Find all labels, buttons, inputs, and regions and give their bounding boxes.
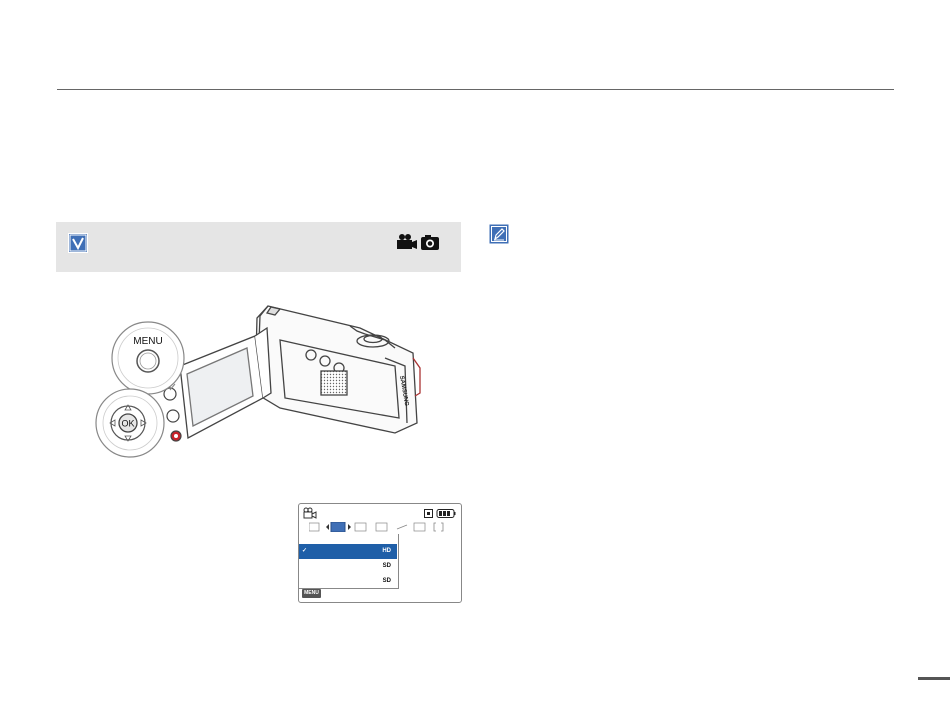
video-mode-small-icon: [303, 507, 317, 519]
check-mark-icon: ✓: [302, 548, 308, 554]
ok-callout: OK: [95, 388, 165, 458]
menu-option-3[interactable]: SD: [299, 574, 397, 589]
menu-option-value: HD: [382, 548, 391, 554]
menu-soft-button[interactable]: MENU: [302, 589, 321, 598]
menu-option-1[interactable]: ✓ HD: [299, 544, 397, 559]
photo-mode-icon: [421, 235, 439, 250]
mode-icons: [397, 234, 439, 250]
lcd-panel: [179, 326, 272, 440]
ok-label: OK: [121, 419, 134, 429]
selected-tab: [330, 522, 346, 532]
side-buttons: [163, 387, 182, 442]
check-box-icon: [68, 233, 88, 253]
menu-option-2[interactable]: SD: [299, 559, 397, 574]
status-icons: [424, 509, 456, 518]
menu-option-value: SD: [382, 578, 391, 584]
lcd-menu-screen: ✓ HD SD SD MENU: [298, 503, 462, 603]
menu-list: ✓ HD SD SD: [299, 534, 399, 589]
note-pencil-icon: [489, 224, 509, 244]
menu-callout-label: MENU: [133, 336, 162, 347]
menu-option-value: SD: [382, 563, 391, 569]
page-marker: [918, 677, 950, 680]
top-rule: [57, 89, 894, 90]
menu-soft-button-label: MENU: [304, 590, 319, 596]
camcorder-illustration: SAMSUNG MENU OK: [95, 305, 421, 458]
menu-callout: MENU: [111, 321, 185, 395]
camcorder-body: [254, 305, 421, 434]
video-mode-icon: [397, 234, 417, 249]
menu-tab-row: [309, 522, 444, 532]
